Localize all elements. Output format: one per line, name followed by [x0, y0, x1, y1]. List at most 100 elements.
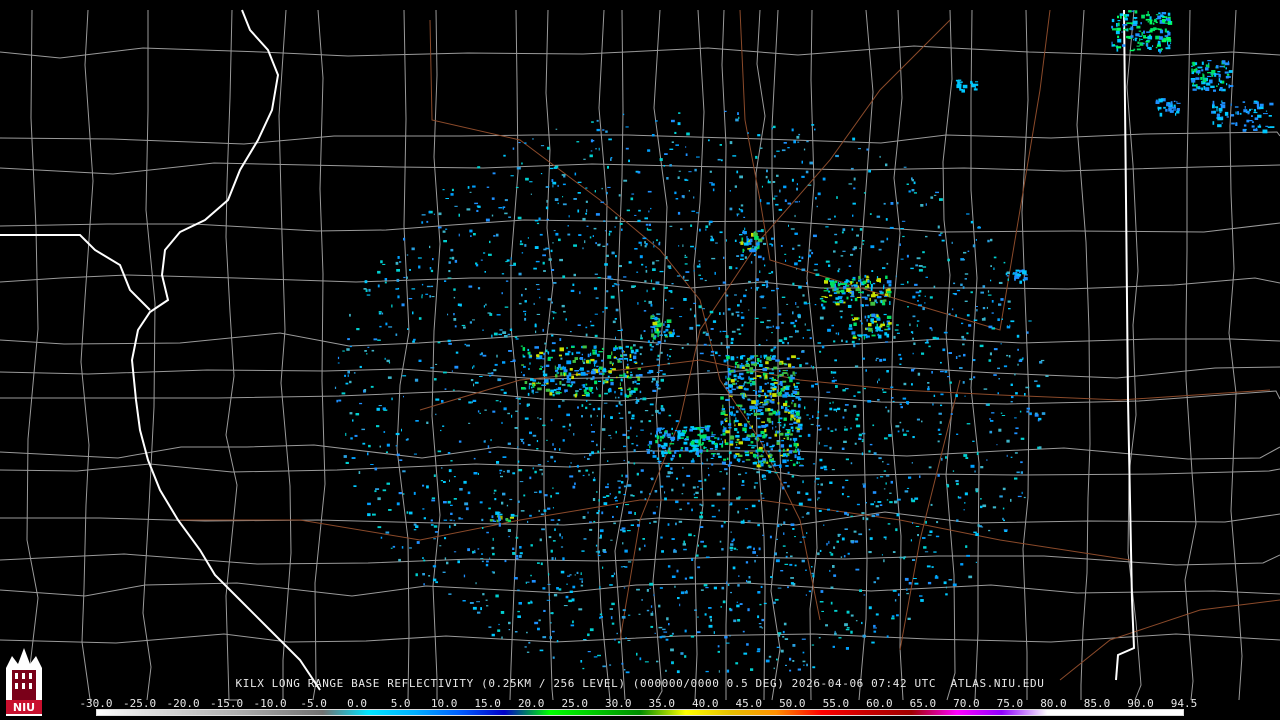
- echo-pixel: [372, 513, 376, 516]
- echo-pixel: [638, 613, 641, 615]
- county-line: [0, 45, 1280, 59]
- echo-pixel: [738, 386, 743, 389]
- echo-pixel: [492, 172, 496, 175]
- echo-pixel: [612, 515, 614, 518]
- echo-pixel: [510, 513, 515, 517]
- echo-pixel: [670, 458, 673, 461]
- echo-pixel: [628, 376, 632, 379]
- echo-pixel: [753, 355, 759, 357]
- echo-pixel: [378, 311, 382, 313]
- echo-pixel: [766, 356, 771, 361]
- echo-pixel: [845, 628, 850, 631]
- echo-pixel: [861, 439, 864, 441]
- echo-pixel: [843, 555, 846, 558]
- echo-pixel: [830, 586, 834, 589]
- echo-pixel: [1197, 66, 1203, 69]
- echo-pixel: [1127, 36, 1129, 39]
- echo-pixel: [458, 398, 461, 401]
- echo-pixel: [550, 549, 553, 553]
- echo-pixel: [840, 556, 843, 558]
- echo-pixel: [629, 354, 632, 358]
- echo-pixel: [962, 286, 965, 289]
- echo-pixel: [1193, 69, 1196, 72]
- echo-pixel: [782, 372, 788, 374]
- echo-pixel: [828, 540, 830, 544]
- echo-pixel: [966, 314, 970, 317]
- echo-pixel: [665, 299, 667, 302]
- echo-pixel: [674, 191, 677, 195]
- echo-pixel: [925, 520, 927, 524]
- echo-pixel: [579, 357, 584, 360]
- echo-pixel: [528, 385, 530, 390]
- echo-pixel: [975, 561, 977, 563]
- echo-pixel: [876, 577, 880, 580]
- echo-pixel: [796, 330, 799, 333]
- echo-pixel: [597, 510, 600, 512]
- echo-pixel: [1139, 38, 1141, 42]
- echo-pixel: [786, 303, 789, 305]
- echo-pixel: [661, 408, 665, 412]
- echo-pixel: [818, 441, 820, 445]
- echo-pixel: [842, 299, 844, 304]
- echo-pixel: [430, 524, 434, 526]
- echo-pixel: [507, 333, 511, 336]
- echo-pixel: [803, 664, 805, 666]
- echo-pixel: [512, 547, 515, 550]
- echo-pixel: [1173, 104, 1176, 107]
- echo-pixel: [756, 417, 761, 420]
- echo-pixel: [1215, 106, 1219, 108]
- echo-pixel: [563, 310, 566, 313]
- echo-pixel: [795, 396, 800, 399]
- echo-pixel: [1014, 452, 1018, 454]
- echo-pixel: [701, 504, 704, 507]
- echo-pixel: [638, 209, 641, 212]
- echo-pixel: [1026, 410, 1029, 413]
- echo-pixel: [734, 294, 737, 296]
- echo-pixel: [496, 354, 498, 358]
- echo-pixel: [840, 255, 844, 257]
- echo-pixel: [401, 428, 402, 432]
- echo-pixel: [481, 560, 484, 563]
- echo-pixel: [766, 339, 768, 341]
- echo-pixel: [726, 294, 729, 297]
- echo-pixel: [1007, 300, 1011, 303]
- echo-pixel: [539, 368, 542, 370]
- echo-pixel: [638, 241, 642, 244]
- echo-pixel: [784, 638, 789, 640]
- echo-pixel: [517, 615, 521, 618]
- echo-pixel: [775, 359, 780, 362]
- echo-pixel: [514, 515, 519, 517]
- county-line: [278, 9, 292, 700]
- county-line: [142, 10, 156, 701]
- echo-pixel: [474, 202, 478, 205]
- echo-pixel: [655, 281, 660, 285]
- echo-pixel: [1130, 35, 1134, 38]
- echo-pixel: [371, 349, 375, 352]
- echo-pixel: [493, 235, 496, 237]
- echo-pixel: [701, 308, 705, 310]
- echo-pixel: [669, 148, 674, 150]
- echo-pixel: [727, 308, 731, 311]
- echo-pixel: [844, 511, 848, 515]
- echo-pixel: [572, 585, 576, 589]
- echo-pixel: [620, 389, 623, 392]
- echo-pixel: [443, 501, 447, 504]
- echo-pixel: [599, 529, 604, 533]
- echo-pixel: [616, 632, 618, 635]
- echo-pixel: [794, 214, 796, 218]
- echo-pixel: [967, 250, 970, 252]
- echo-pixel: [750, 668, 754, 671]
- echo-pixel: [702, 332, 705, 334]
- echo-pixel: [491, 571, 494, 573]
- echo-pixel: [776, 389, 778, 392]
- echo-pixel: [543, 270, 546, 272]
- echo-pixel: [829, 294, 833, 297]
- echo-pixel: [532, 138, 534, 140]
- echo-pixel: [785, 259, 787, 262]
- echo-pixel: [657, 387, 661, 390]
- echo-pixel: [738, 423, 742, 426]
- echo-pixel: [913, 578, 917, 579]
- echo-pixel: [681, 493, 684, 495]
- echo-pixel: [1219, 111, 1222, 113]
- echo-pixel: [413, 338, 416, 341]
